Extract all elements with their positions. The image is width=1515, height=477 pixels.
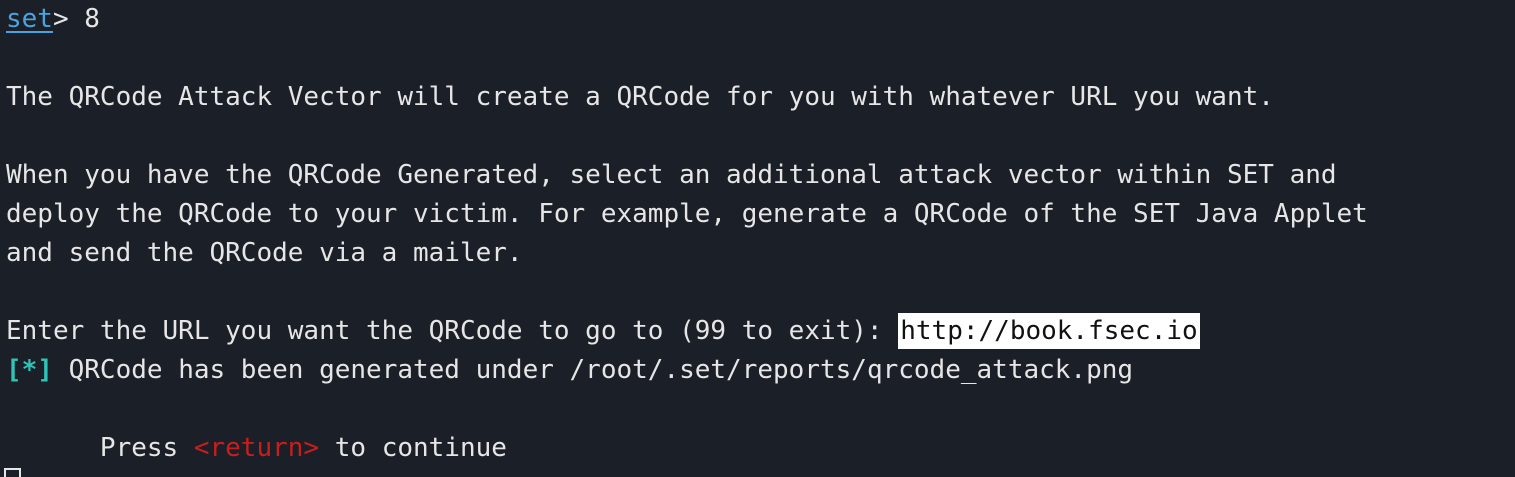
url-prompt-text: Enter the URL you want the QRCode to go …: [6, 316, 899, 346]
status-message: QRCode has been generated under /root/.s…: [52, 355, 1134, 385]
description-line-2: deploy the QRCode to your victim. For ex…: [6, 199, 1368, 229]
terminal-cursor: [4, 468, 21, 477]
return-key-label: <return>: [193, 433, 320, 463]
description-line-3: and send the QRCode via a mailer.: [6, 238, 523, 268]
terminal-window[interactable]: set> 8 The QRCode Attack Vector will cre…: [0, 0, 1515, 477]
prompt-symbol: >: [52, 4, 69, 34]
url-prompt-line: Enter the URL you want the QRCode to go …: [6, 312, 1200, 351]
continue-prefix: Press: [6, 433, 194, 463]
intro-text: The QRCode Attack Vector will create a Q…: [6, 82, 1274, 112]
url-input-value[interactable]: http://book.fsec.io: [898, 313, 1200, 349]
continue-prompt-line: Press <return> to continue: [6, 429, 507, 468]
continue-suffix: to continue: [319, 433, 507, 463]
set-prompt-label: set: [6, 4, 53, 34]
prompt-line: set> 8: [6, 0, 100, 39]
status-marker: [*]: [6, 355, 53, 385]
prompt-entry: 8: [68, 4, 100, 34]
status-line: [*] QRCode has been generated under /roo…: [6, 351, 1133, 390]
description-line-1: When you have the QRCode Generated, sele…: [6, 160, 1337, 190]
